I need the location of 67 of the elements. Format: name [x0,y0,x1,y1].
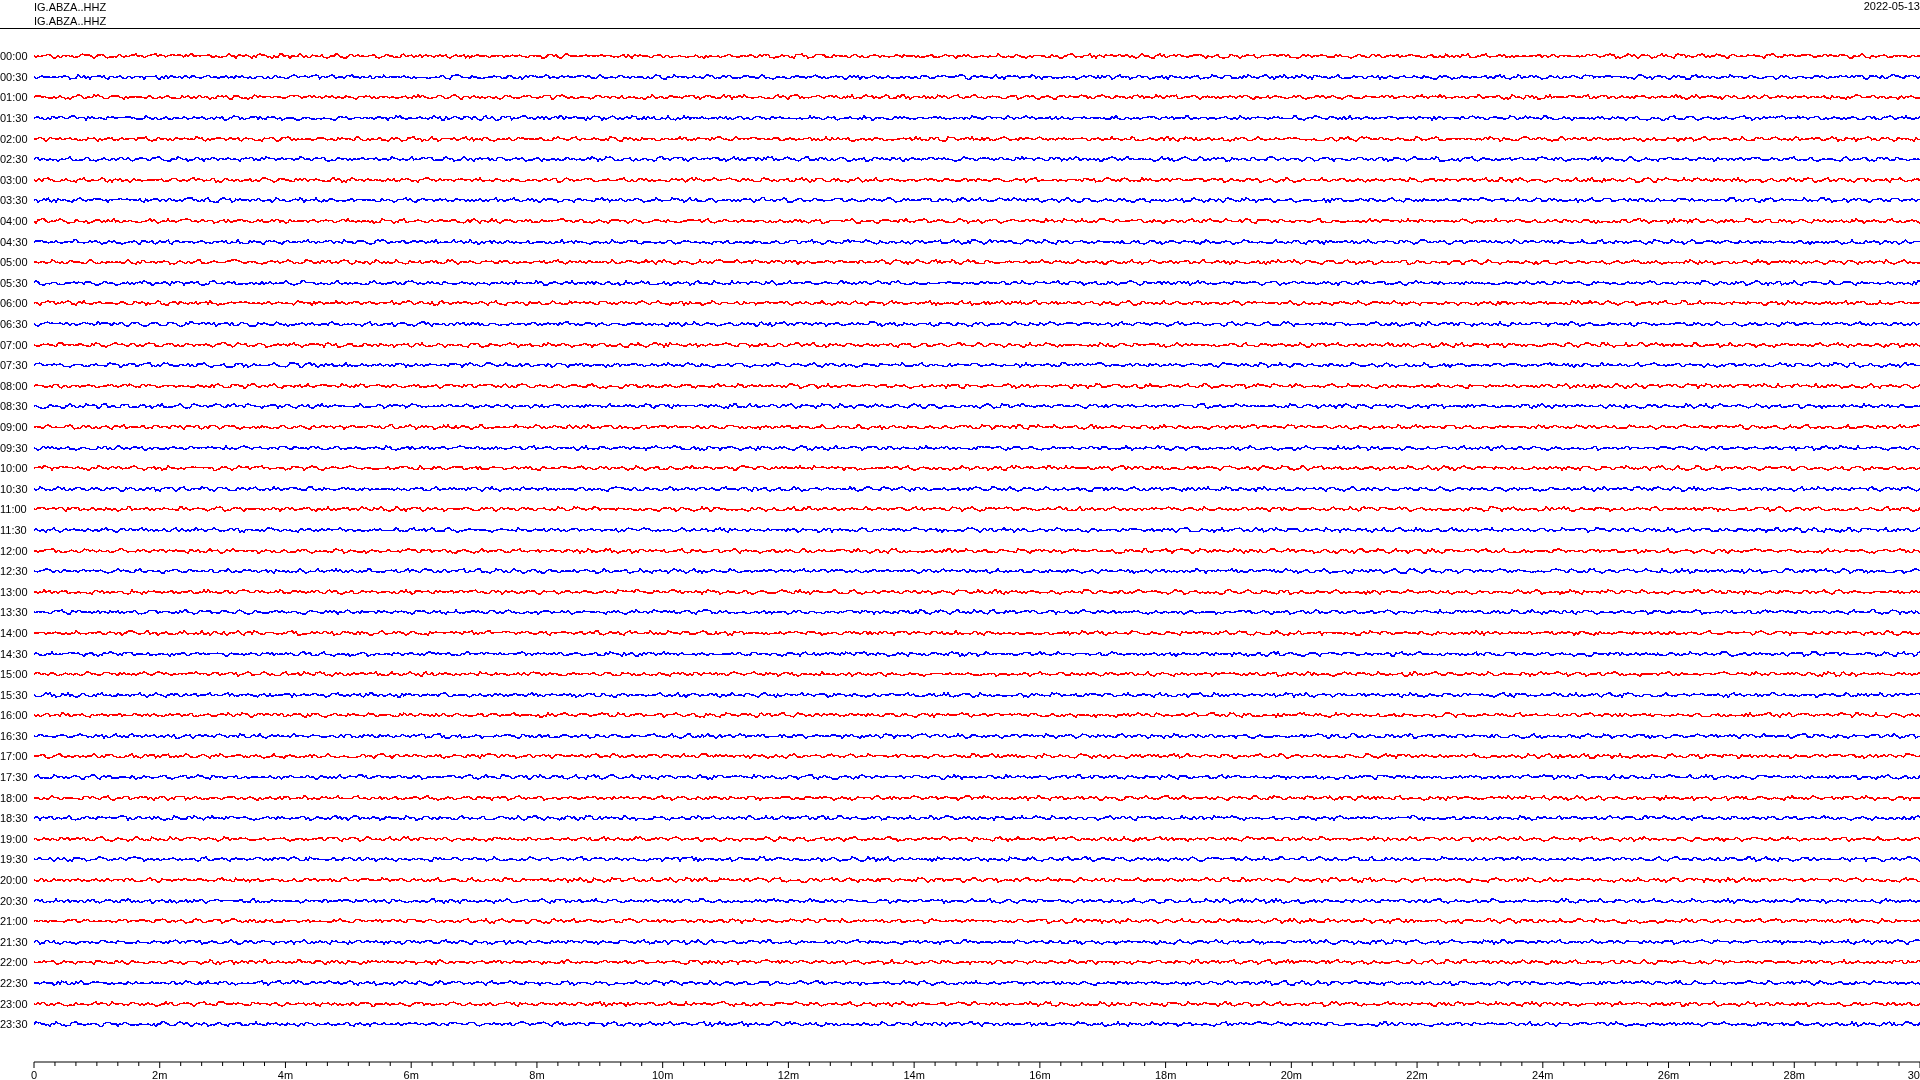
date-label: 2022-05-13 [1863,0,1920,14]
tick-label: 2m [152,1069,168,1080]
time-label: 20:30 [0,894,29,907]
time-label: 23:00 [0,997,29,1010]
time-label: 10:00 [0,462,29,475]
time-label: 07:30 [0,359,29,372]
channel-label: IG.ABZA..HHZ [34,14,107,28]
time-label: 08:30 [0,400,29,413]
time-label: 13:30 [0,606,29,619]
time-label: 15:30 [0,688,29,701]
time-label: 17:30 [0,771,29,784]
time-label: 06:30 [0,318,29,330]
time-label: 21:30 [0,935,29,948]
time-label: 22:30 [0,977,29,989]
tick-label: 18m [1154,1069,1177,1080]
tick-label: 30 [1907,1069,1920,1080]
time-label: 23:30 [0,1018,29,1031]
time-label: 20:00 [0,874,29,887]
time-label: 04:00 [0,215,29,228]
time-label: 15:00 [0,668,29,681]
time-label: 12:00 [0,544,29,557]
time-label: 08:00 [0,379,29,392]
time-label: 16:30 [0,729,29,742]
time-label: 03:30 [0,194,29,207]
time-label: 19:30 [0,853,29,866]
time-label: 02:30 [0,153,29,166]
time-label: 18:00 [0,791,29,804]
time-label: 01:30 [0,112,29,125]
time-label: 14:00 [0,626,29,639]
time-label: 01:00 [0,91,29,104]
tick-label: 6m [403,1069,419,1080]
time-label: 02:00 [0,132,29,145]
time-label: 10:30 [0,482,29,495]
time-label: 05:30 [0,276,29,289]
time-label: 12:30 [0,565,29,578]
time-label: 00:00 [0,50,29,63]
time-label: 13:00 [0,585,29,598]
time-label: 11:00 [0,503,28,516]
tick-label: 16m [1029,1069,1051,1080]
tick-label: 26m [1657,1069,1680,1080]
time-label: 07:00 [0,338,29,351]
tick-label: 24m [1532,1069,1554,1080]
tick-label: 12m [777,1069,800,1080]
time-label: 18:30 [0,812,29,825]
tick-label: 0 [30,1069,38,1080]
time-label: 19:00 [0,832,29,845]
time-label: 21:00 [0,915,29,928]
time-label: 16:00 [0,709,29,722]
tick-label: 20m [1280,1069,1303,1080]
tick-label: 22m [1406,1069,1428,1080]
time-label: 06:00 [0,297,29,310]
time-label: 09:30 [0,441,29,454]
tick-label: 10m [651,1069,674,1080]
time-label: 00:30 [0,70,29,83]
tick-label: 14m [903,1069,925,1080]
time-label: 05:00 [0,256,29,269]
time-label: 11:30 [0,523,28,536]
time-label: 03:00 [0,173,29,186]
tick-label: 28m [1783,1069,1805,1080]
time-label: 22:00 [0,956,29,969]
time-label: 14:30 [0,647,29,660]
time-label: 17:00 [0,750,29,763]
tick-label: 4m [277,1069,294,1080]
time-label: 04:30 [0,235,29,248]
time-label: 09:00 [0,421,29,433]
tick-label: 8m [529,1069,545,1080]
channel-label: IG.ABZA..HHZ [34,0,107,14]
